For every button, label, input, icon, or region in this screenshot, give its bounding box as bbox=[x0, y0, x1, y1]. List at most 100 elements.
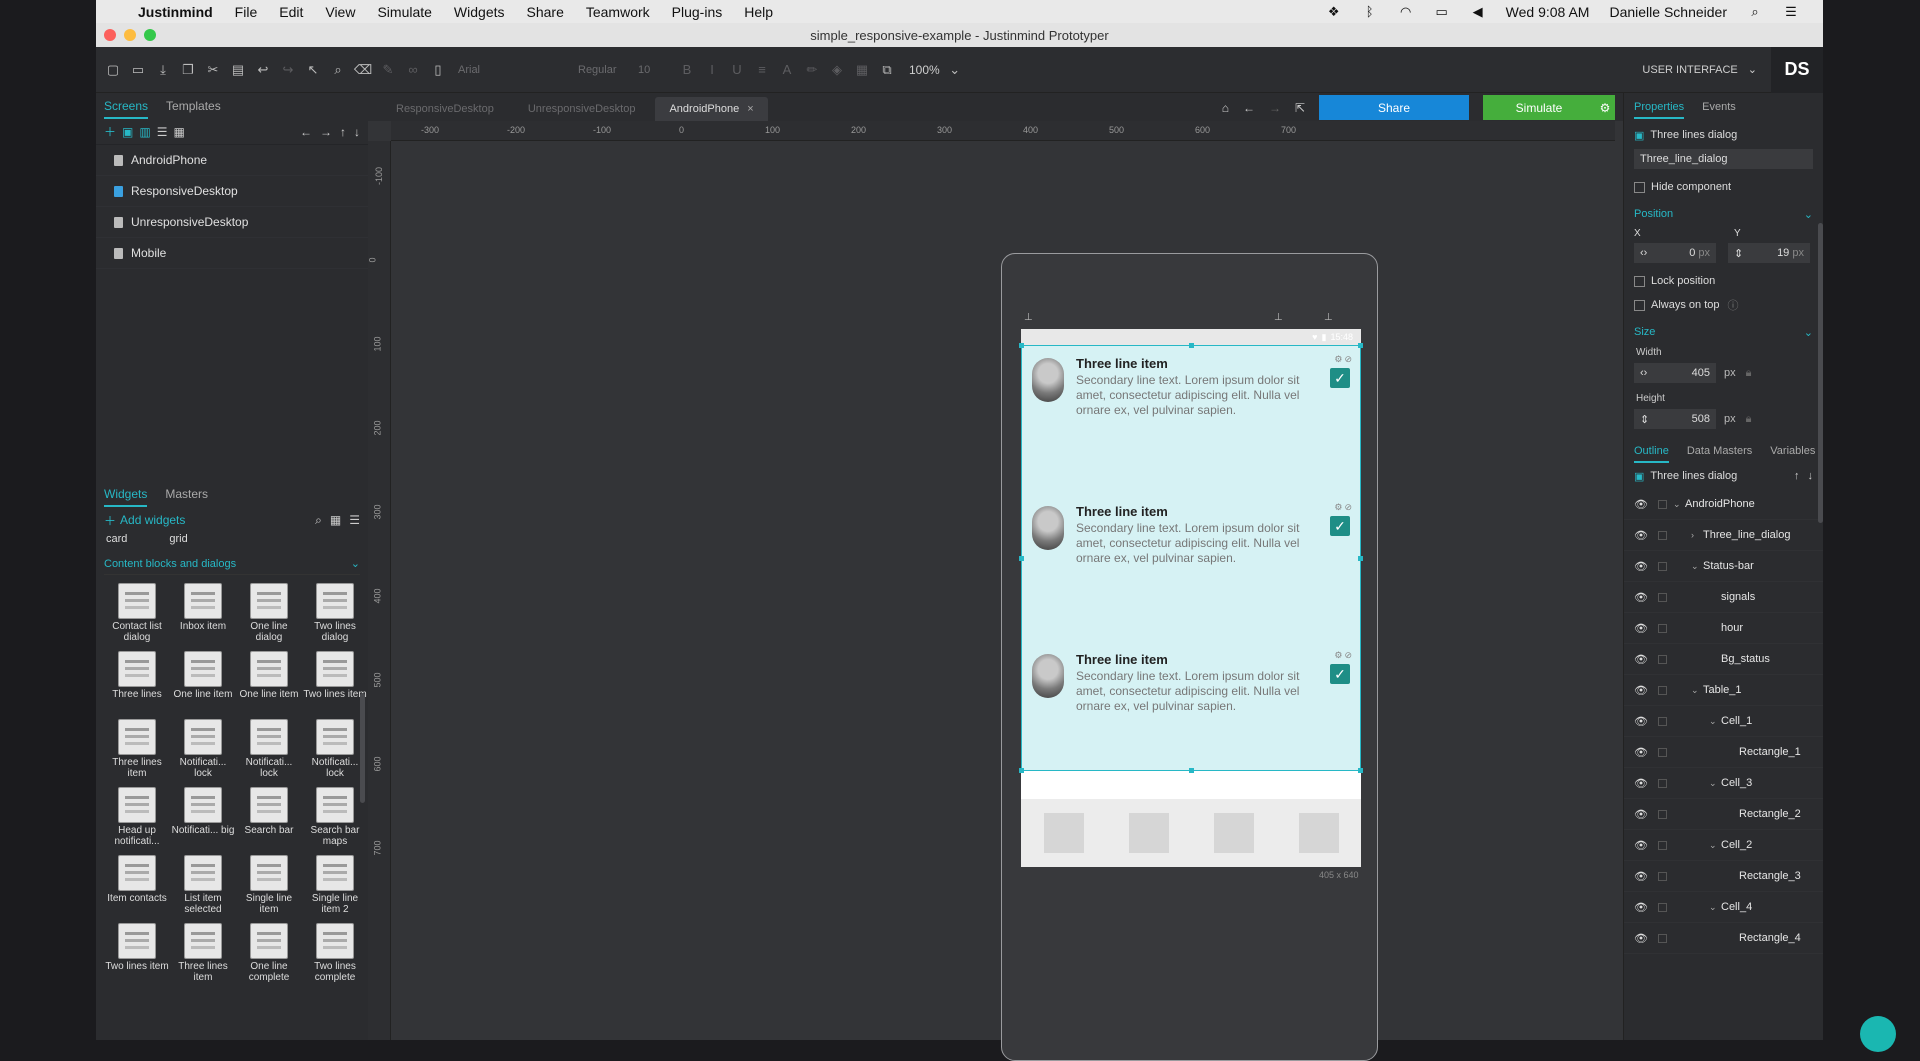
forward-icon[interactable]: → bbox=[1269, 101, 1281, 115]
list-item[interactable]: Three line item Secondary line text. Lore… bbox=[1022, 642, 1362, 772]
outline-row[interactable]: 👁︎ ⌄ AndroidPhone bbox=[1624, 489, 1823, 520]
bold-icon[interactable]: B bbox=[678, 61, 696, 79]
widget-item[interactable]: Three lines item bbox=[104, 719, 170, 781]
eye-icon[interactable]: 👁︎ bbox=[1634, 839, 1652, 852]
widget-item[interactable]: Two lines item bbox=[302, 651, 368, 713]
share-button[interactable]: Share bbox=[1319, 95, 1469, 120]
close-icon[interactable]: × bbox=[747, 103, 753, 115]
lock-toggle[interactable] bbox=[1658, 592, 1667, 602]
arrow-up-icon[interactable]: ↑ bbox=[1794, 470, 1800, 482]
doc-tab-unresponsivedesktop[interactable]: UnresponsiveDesktop bbox=[514, 97, 650, 121]
table-cell-rectangle[interactable] bbox=[1298, 813, 1339, 853]
zoom-level[interactable]: 100% bbox=[909, 63, 940, 77]
checkbox-checked[interactable]: ✓ bbox=[1330, 516, 1350, 536]
lock-toggle[interactable] bbox=[1658, 933, 1667, 943]
widget-item[interactable]: Notificati... lock bbox=[236, 719, 302, 781]
chevron-down-icon[interactable]: ⌄ bbox=[1673, 499, 1685, 510]
format-painter-icon[interactable]: ✎ bbox=[379, 61, 397, 79]
tab-properties[interactable]: Properties bbox=[1634, 101, 1685, 119]
outline-row[interactable]: 👁︎ › Three_line_dialog bbox=[1624, 520, 1823, 551]
align-icon[interactable]: ≡ bbox=[753, 61, 771, 79]
list-item[interactable]: Three line item Secondary line text. Lore… bbox=[1022, 494, 1362, 624]
menu-edit[interactable]: Edit bbox=[279, 4, 303, 20]
settings-icon[interactable]: ⚙⊘ bbox=[1334, 502, 1354, 513]
arrange-icon[interactable]: ▦ bbox=[853, 61, 871, 79]
menu-file[interactable]: File bbox=[235, 4, 258, 20]
doc-tab-androidphone[interactable]: AndroidPhone × bbox=[655, 97, 768, 121]
font-family-select[interactable]: Arial bbox=[454, 59, 566, 80]
widget-item[interactable]: One line complete bbox=[236, 923, 302, 985]
home-icon[interactable]: ⌂ bbox=[1222, 101, 1229, 115]
add-widgets-icon[interactable]: ＋ bbox=[104, 512, 116, 529]
font-style-select[interactable]: Regular bbox=[574, 59, 626, 80]
chevron-down-icon[interactable]: › bbox=[1691, 530, 1703, 540]
screen-item-androidphone[interactable]: AndroidPhone bbox=[96, 145, 368, 176]
stepper-icon[interactable]: ⇕ bbox=[1640, 413, 1649, 426]
wifi-icon[interactable]: ◠ bbox=[1398, 5, 1414, 18]
eraser-icon[interactable]: ⌫ bbox=[354, 61, 372, 79]
user-avatar[interactable]: DS bbox=[1771, 46, 1823, 93]
outline-row[interactable]: 👁︎ signals bbox=[1624, 582, 1823, 613]
chevron-down-icon[interactable]: ⌄ bbox=[351, 557, 360, 570]
chat-widget-button[interactable] bbox=[1860, 1016, 1896, 1052]
menu-plugins[interactable]: Plug-ins bbox=[672, 4, 723, 20]
arrow-left-icon[interactable]: ← bbox=[300, 125, 312, 139]
widget-item[interactable]: Two lines item bbox=[104, 923, 170, 985]
redo-icon[interactable]: ↪ bbox=[279, 61, 297, 79]
widget-item[interactable]: Item contacts bbox=[104, 855, 170, 917]
table-cell-rectangle[interactable] bbox=[1043, 813, 1084, 853]
copy-icon[interactable]: ❐ bbox=[179, 61, 197, 79]
list-view-icon[interactable]: ☰ bbox=[157, 125, 168, 139]
grid-view-icon[interactable]: ▦ bbox=[173, 125, 184, 139]
open-folder-icon[interactable]: ▭ bbox=[129, 61, 147, 79]
lock-toggle[interactable] bbox=[1658, 561, 1667, 571]
outline-row[interactable]: 👁︎ Bg_status bbox=[1624, 644, 1823, 675]
add-screen-variant-icon[interactable]: ▣ bbox=[122, 125, 133, 139]
lock-toggle[interactable] bbox=[1658, 654, 1667, 664]
tab-outline[interactable]: Outline bbox=[1634, 445, 1669, 463]
menu-widgets[interactable]: Widgets bbox=[454, 4, 505, 20]
widget-item[interactable]: Three lines bbox=[104, 651, 170, 713]
lock-toggle[interactable] bbox=[1658, 902, 1667, 912]
pin-icon[interactable]: ⊥ bbox=[1324, 312, 1333, 323]
device-icon[interactable]: ▯ bbox=[429, 61, 447, 79]
y-input[interactable]: ⇕ 19 px bbox=[1728, 243, 1810, 263]
select-icon[interactable]: ↖ bbox=[304, 61, 322, 79]
widget-item[interactable]: Head up notificati... bbox=[104, 787, 170, 849]
lock-toggle[interactable] bbox=[1658, 809, 1667, 819]
widget-item[interactable]: Search bar maps bbox=[302, 787, 368, 849]
settings-icon[interactable]: ⚙⊘ bbox=[1334, 650, 1354, 661]
arrow-down-icon[interactable]: ↓ bbox=[1808, 470, 1814, 482]
eye-icon[interactable]: 👁︎ bbox=[1634, 498, 1652, 511]
simulate-button[interactable]: Simulate bbox=[1483, 95, 1595, 120]
tab-data-masters[interactable]: Data Masters bbox=[1687, 445, 1752, 463]
tab-events[interactable]: Events bbox=[1702, 101, 1736, 119]
stepper-icon[interactable]: ‹› bbox=[1640, 367, 1647, 379]
underline-icon[interactable]: U bbox=[728, 61, 746, 79]
eye-icon[interactable]: 👁︎ bbox=[1634, 870, 1652, 883]
line-color-icon[interactable]: ✏ bbox=[803, 61, 821, 79]
paste-icon[interactable]: ▤ bbox=[229, 61, 247, 79]
lock-ratio-icon[interactable]: 🔒︎ bbox=[1746, 413, 1752, 426]
tab-screens[interactable]: Screens bbox=[104, 99, 149, 119]
widget-label-grid[interactable]: grid bbox=[169, 533, 187, 545]
lock-ratio-icon[interactable]: 🔒︎ bbox=[1746, 367, 1752, 380]
properties-scrollbar[interactable] bbox=[1818, 223, 1823, 523]
menu-share[interactable]: Share bbox=[527, 4, 564, 20]
eye-icon[interactable]: 👁︎ bbox=[1634, 591, 1652, 604]
eye-icon[interactable]: 👁︎ bbox=[1634, 777, 1652, 790]
add-widgets-link[interactable]: Add widgets bbox=[120, 513, 185, 527]
screen-item-unresponsivedesktop[interactable]: UnresponsiveDesktop bbox=[96, 207, 368, 238]
menu-simulate[interactable]: Simulate bbox=[377, 4, 431, 20]
font-size-select[interactable]: 10 bbox=[634, 59, 670, 80]
phone-screen[interactable]: ♥ ▮ 15:48 Three line item Secondary line … bbox=[1019, 329, 1363, 867]
table-cell-rectangle[interactable] bbox=[1128, 813, 1169, 853]
checkbox-checked[interactable]: ✓ bbox=[1330, 664, 1350, 684]
search-icon[interactable]: ⌕ bbox=[315, 513, 322, 528]
eye-icon[interactable]: 👁︎ bbox=[1634, 529, 1652, 542]
cut-icon[interactable]: ✂ bbox=[204, 61, 222, 79]
zoom-icon[interactable]: ⌕ bbox=[329, 61, 347, 79]
widget-item[interactable]: One line item bbox=[170, 651, 236, 713]
table-cell-rectangle[interactable] bbox=[1213, 813, 1254, 853]
volume-icon[interactable]: ◀ bbox=[1470, 5, 1486, 18]
